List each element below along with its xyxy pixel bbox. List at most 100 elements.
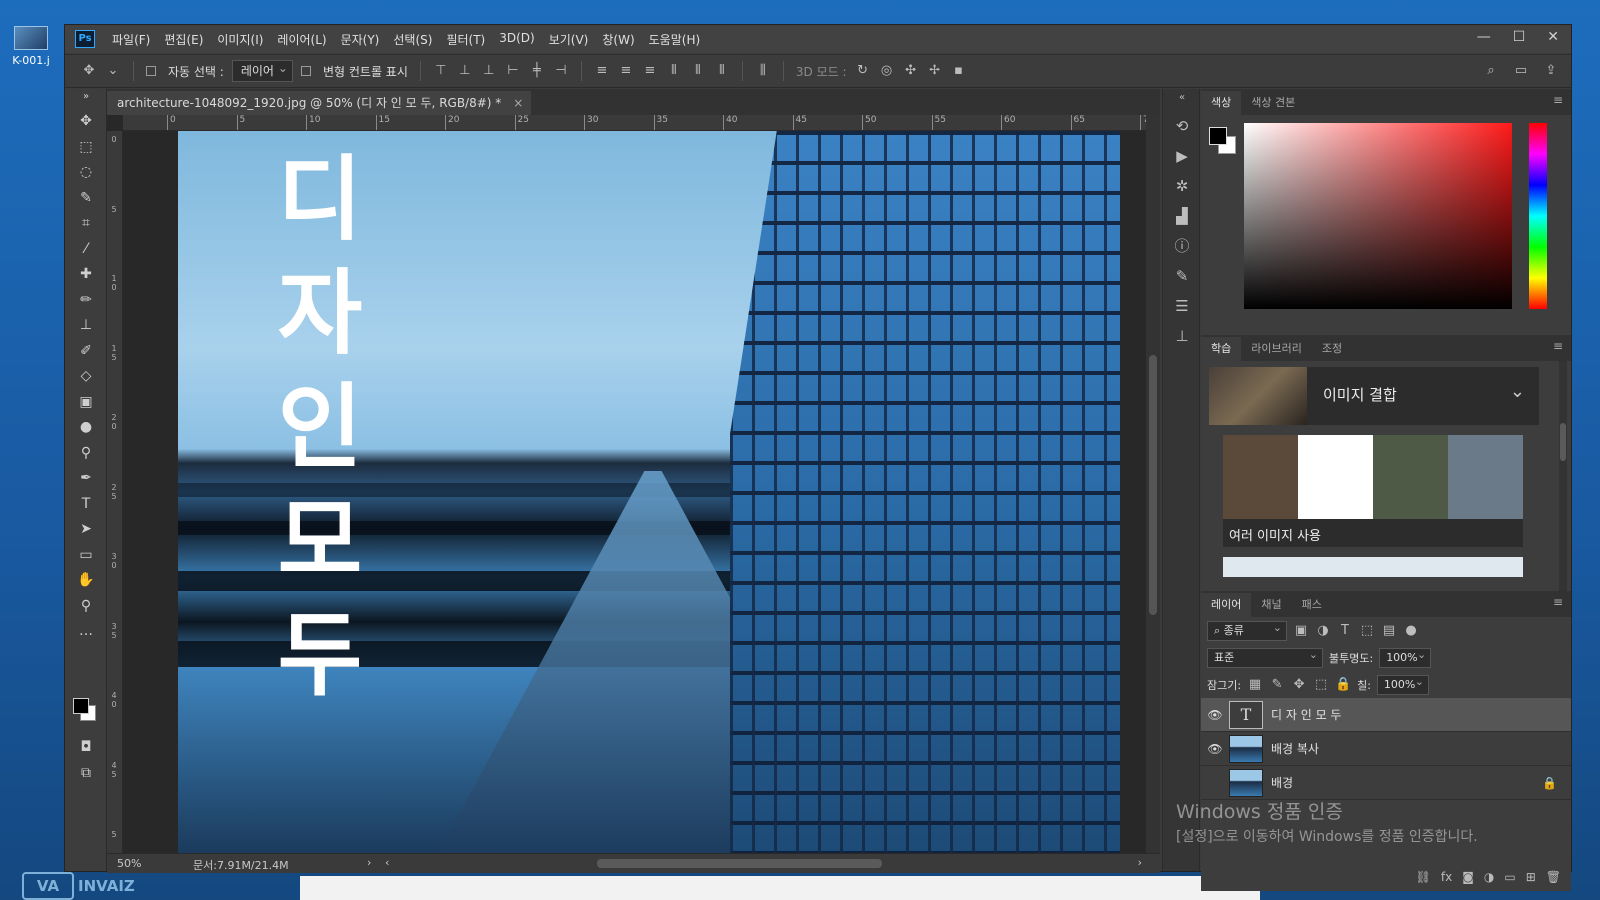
3d-slide-icon[interactable]: ✢ xyxy=(927,63,943,79)
more-tools-icon[interactable]: … xyxy=(65,619,107,645)
maximize-button[interactable]: ☐ xyxy=(1513,29,1526,45)
vertical-scrollbar[interactable] xyxy=(1146,115,1160,853)
distribute-left-icon[interactable]: ⦀ xyxy=(666,63,682,79)
path-select-tool-icon[interactable]: ➤ xyxy=(65,517,107,543)
layer-name[interactable]: 배경 xyxy=(1271,774,1293,791)
layer-row-background[interactable]: · 배경 🔒 xyxy=(1201,766,1571,800)
3d-pan-icon[interactable]: ✣ xyxy=(903,63,919,79)
align-right-icon[interactable]: ⊣ xyxy=(553,63,569,79)
layer-style-icon[interactable]: fx xyxy=(1441,870,1452,884)
learn-topic-card[interactable]: 이미지 결합 ⌄ xyxy=(1209,367,1539,425)
marquee-tool-icon[interactable]: ⬚ xyxy=(65,135,107,161)
panel-menu-icon[interactable]: ≡ xyxy=(1553,93,1563,107)
eye-icon[interactable]: 👁 xyxy=(1201,708,1229,722)
vertical-text-layer[interactable]: 디 자 인 모 두 xyxy=(270,143,370,713)
next-tutorial-card[interactable] xyxy=(1223,557,1523,577)
clone-source-icon[interactable]: ⊥ xyxy=(1163,321,1201,351)
layer-name[interactable]: 디 자 인 모 두 xyxy=(1271,706,1341,723)
dodge-tool-icon[interactable]: ⚲ xyxy=(65,441,107,467)
align-top-icon[interactable]: ⊤ xyxy=(433,63,449,79)
info-panel-icon[interactable]: ⓘ xyxy=(1163,231,1201,261)
layer-name[interactable]: 배경 복사 xyxy=(1271,740,1319,757)
blend-mode-dropdown[interactable]: 표준 xyxy=(1207,646,1323,668)
desktop-file-icon[interactable]: K-001.j xyxy=(8,26,54,67)
pixel-filter-icon[interactable]: ▣ xyxy=(1293,623,1309,639)
histogram-panel-icon[interactable]: ▟ xyxy=(1163,201,1201,231)
eraser-tool-icon[interactable]: ◇ xyxy=(65,364,107,390)
3d-roll-icon[interactable]: ◎ xyxy=(879,63,895,79)
align-vcenter-icon[interactable]: ⊥ xyxy=(457,63,473,79)
lock-image-icon[interactable]: ✎ xyxy=(1269,677,1285,693)
type-tool-icon[interactable]: T xyxy=(65,492,107,518)
color-field[interactable] xyxy=(1244,123,1512,309)
tab-adjustments[interactable]: 조정 xyxy=(1312,337,1352,361)
horizontal-scroll-thumb[interactable] xyxy=(597,859,882,868)
shape-filter-icon[interactable]: ⬚ xyxy=(1359,623,1375,639)
3d-orbit-icon[interactable]: ↻ xyxy=(855,63,871,79)
close-tab-icon[interactable]: × xyxy=(513,91,523,115)
type-filter-icon[interactable]: T xyxy=(1337,623,1353,639)
expand-icon[interactable]: « xyxy=(1163,89,1201,111)
transform-controls-checkbox[interactable] xyxy=(300,66,311,76)
menu-window[interactable]: 창(W) xyxy=(595,31,641,48)
3d-panel-icon[interactable]: ✲ xyxy=(1163,171,1201,201)
search-icon[interactable]: ⌕ xyxy=(1483,63,1499,79)
menu-type[interactable]: 문자(Y) xyxy=(334,31,387,48)
foreground-color-swatch[interactable] xyxy=(73,698,89,714)
link-layers-icon[interactable]: ⛓ xyxy=(1416,870,1431,884)
adjustment-filter-icon[interactable]: ◑ xyxy=(1315,623,1331,639)
move-tool-icon[interactable]: ✥ xyxy=(65,109,107,135)
share-icon[interactable]: ⇪ xyxy=(1543,63,1559,79)
menu-layer[interactable]: 레이어(L) xyxy=(270,31,333,48)
lasso-tool-icon[interactable]: ◌ xyxy=(65,160,107,186)
menu-image[interactable]: 이미지(I) xyxy=(210,31,270,48)
brush-tool-icon[interactable]: ✏ xyxy=(65,288,107,314)
new-layer-icon[interactable]: ⊞ xyxy=(1526,870,1536,884)
tab-layers[interactable]: 레이어 xyxy=(1201,593,1252,617)
scroll-thumb[interactable] xyxy=(1149,355,1157,615)
history-panel-icon[interactable]: ⟲ xyxy=(1163,111,1201,141)
eye-icon[interactable]: 👁 xyxy=(1201,742,1229,756)
3d-camera-icon[interactable]: ▪ xyxy=(951,63,967,79)
panel-menu-icon[interactable]: ≡ xyxy=(1553,595,1563,609)
brush-settings-icon[interactable]: ✎ xyxy=(1163,261,1201,291)
chevron-down-icon[interactable]: ⌄ xyxy=(105,63,121,79)
auto-select-checkbox[interactable] xyxy=(146,66,156,76)
scroll-thumb[interactable] xyxy=(1560,423,1566,461)
layer-row-background-copy[interactable]: 👁 배경 복사 xyxy=(1201,732,1571,766)
distribute-bottom-icon[interactable]: ≡ xyxy=(642,63,658,79)
group-icon[interactable]: ▭ xyxy=(1504,870,1515,884)
chevron-right-icon[interactable]: › xyxy=(367,856,371,869)
blur-tool-icon[interactable]: ● xyxy=(65,415,107,441)
zoom-tool-icon[interactable]: ⚲ xyxy=(65,594,107,620)
chevron-right-icon[interactable]: › xyxy=(1138,856,1142,869)
layer-filter-dropdown[interactable]: ⌕ 종류 xyxy=(1207,619,1287,641)
learn-tutorial-card[interactable]: 여러 이미지 사용 xyxy=(1223,435,1523,547)
align-hcenter-icon[interactable]: ╪ xyxy=(529,63,545,79)
lock-transparent-icon[interactable]: ▦ xyxy=(1247,677,1263,693)
foreground-color-chip[interactable] xyxy=(1209,127,1227,145)
distribute-hcenter-icon[interactable]: ⦀ xyxy=(690,63,706,79)
menu-3d[interactable]: 3D(D) xyxy=(492,31,541,48)
menu-select[interactable]: 선택(S) xyxy=(386,31,439,48)
stamp-tool-icon[interactable]: ⊥ xyxy=(65,313,107,339)
fill-field[interactable]: 100% xyxy=(1376,673,1429,695)
workspace-icon[interactable]: ▭ xyxy=(1513,63,1529,79)
gradient-tool-icon[interactable]: ▣ xyxy=(65,390,107,416)
actions-panel-icon[interactable]: ▶ xyxy=(1163,141,1201,171)
menu-edit[interactable]: 편집(E) xyxy=(157,31,210,48)
eyedropper-tool-icon[interactable]: ⁄ xyxy=(65,237,107,263)
screen-mode-icon[interactable]: ⧉ xyxy=(65,761,107,787)
pen-tool-icon[interactable]: ✒ xyxy=(65,466,107,492)
tab-paths[interactable]: 패스 xyxy=(1292,593,1332,617)
align-bottom-icon[interactable]: ⊥ xyxy=(481,63,497,79)
distribute-top-icon[interactable]: ≡ xyxy=(594,63,610,79)
healing-tool-icon[interactable]: ✚ xyxy=(65,262,107,288)
lock-all-icon[interactable]: 🔒 xyxy=(1335,677,1351,693)
shape-tool-icon[interactable]: ▭ xyxy=(65,543,107,569)
move-tool-icon[interactable]: ✥ xyxy=(81,63,97,79)
close-button[interactable]: ✕ xyxy=(1547,29,1559,45)
opacity-field[interactable]: 100% xyxy=(1379,646,1432,668)
zoom-level[interactable]: 50% xyxy=(117,857,141,870)
lock-position-icon[interactable]: ✥ xyxy=(1291,677,1307,693)
